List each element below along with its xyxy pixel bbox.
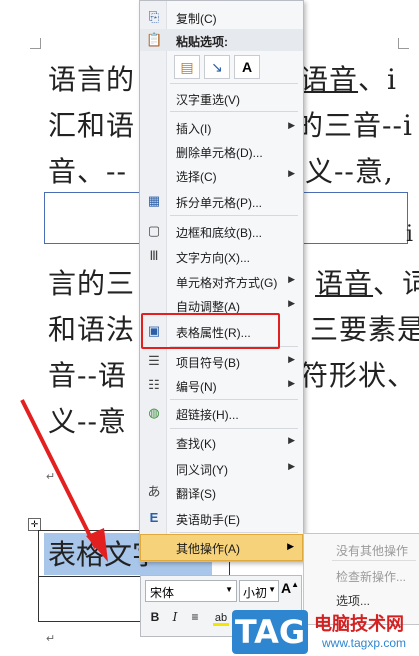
doc-line-4: i — [406, 222, 415, 247]
menu-item-numbering[interactable]: ☷ 编号(N) ▶ — [140, 373, 303, 397]
text-direction-icon: Ⅲ — [149, 248, 159, 263]
submenu-arrow-icon: ▶ — [288, 168, 295, 178]
menu-item-text-direction[interactable]: Ⅲ 文字方向(X)... — [140, 244, 303, 268]
menu-item-select[interactable]: 选择(C) ▶ — [140, 163, 303, 187]
submenu-arrow-icon: ▶ — [288, 461, 295, 471]
submenu-item-check-new[interactable]: 检查新操作... — [336, 568, 406, 585]
menu-separator — [170, 83, 298, 84]
submenu-arrow-icon: ▶ — [288, 298, 295, 308]
submenu-arrow-icon: ▶ — [288, 274, 295, 284]
paragraph-mark: ↵ — [46, 633, 56, 645]
menu-item-split-cells[interactable]: ▦ 拆分单元格(P)... — [140, 189, 303, 213]
site-watermark: TAG 电脑技术网 www.tagxp.com — [226, 606, 419, 656]
menu-item-translate[interactable]: あ 翻译(S) — [140, 480, 303, 504]
english-assistant-icon: E — [149, 510, 159, 525]
grow-arrow-icon: ▲ — [291, 580, 300, 589]
bold-button[interactable]: B — [147, 608, 163, 626]
annotation-highlight-box — [141, 313, 280, 349]
italic-button[interactable]: I — [167, 608, 183, 626]
paste-merge-icon: ↘ — [211, 59, 223, 75]
menu-item-insert[interactable]: 插入(I) ▶ — [140, 115, 303, 139]
page-corner-mark — [30, 38, 41, 49]
watermark-title: 电脑技术网 — [314, 614, 404, 634]
context-menu: ⎘ 复制(C) 📋 粘贴选项: ▤ ↘ A 汉字重选(V) 插入(I) ▶ 删除… — [139, 0, 304, 562]
table-grid-icon: ▦ — [147, 193, 161, 208]
submenu-arrow-icon: ▶ — [288, 120, 295, 130]
menu-item-bullets[interactable]: ☰ 项目符号(B) ▶ — [140, 349, 303, 373]
tag-logo: TAG — [232, 610, 308, 654]
globe-link-icon: ◍ — [148, 405, 160, 420]
align-center-button[interactable]: ≡ — [187, 608, 203, 626]
font-name-select[interactable]: 宋体 ▼ — [145, 580, 237, 602]
menu-item-borders-shading[interactable]: ▢ 边框和底纹(B)... — [140, 219, 303, 243]
menu-item-hyperlink[interactable]: ◍ 超链接(H)... — [140, 401, 303, 425]
chevron-down-icon: ▼ — [268, 585, 276, 594]
chevron-down-icon: ▼ — [225, 585, 233, 594]
menu-item-cell-alignment[interactable]: 单元格对齐方式(G) ▶ — [140, 269, 303, 293]
page-corner-mark-right — [398, 38, 409, 49]
menu-separator — [170, 111, 298, 112]
menu-item-english-assistant[interactable]: E 英语助手(E) — [140, 506, 303, 530]
paste-icon: 📋 — [146, 32, 163, 47]
paste-keep-format-button[interactable]: ▤ — [174, 55, 200, 79]
bullet-list-icon: ☰ — [148, 353, 160, 368]
paragraph-mark: ↵ — [46, 471, 56, 483]
numbered-list-icon: ☷ — [148, 377, 160, 392]
paste-options-header: 📋 粘贴选项: — [140, 29, 303, 51]
copy-icon: ⎘ — [148, 9, 160, 24]
menu-separator — [170, 399, 298, 400]
menu-separator — [170, 215, 298, 216]
menu-separator — [170, 532, 298, 533]
page-border-icon: ▢ — [147, 223, 161, 238]
submenu-arrow-icon: ▶ — [288, 354, 295, 364]
submenu-arrow-icon: ▶ — [288, 435, 295, 445]
paste-merge-format-button[interactable]: ↘ — [204, 55, 230, 79]
menu-item-synonyms[interactable]: 同义词(Y) ▶ — [140, 456, 303, 480]
paste-text-only-button[interactable]: A — [234, 55, 260, 79]
grow-font-button[interactable]: A▲ — [281, 580, 299, 596]
watermark-url: www.tagxp.com — [322, 636, 407, 650]
menu-item-lookup[interactable]: 查找(K) ▶ — [140, 430, 303, 454]
menu-item-copy[interactable]: ⎘ 复制(C) — [140, 5, 303, 29]
translate-icon: あ — [147, 484, 161, 499]
paste-keep-format-icon: ▤ — [180, 59, 194, 75]
menu-separator — [332, 560, 416, 561]
submenu-arrow-icon: ▶ — [287, 541, 294, 551]
doc-line-8: 义--意 — [48, 405, 127, 438]
menu-item-more-actions[interactable]: 其他操作(A) ▶ — [140, 534, 303, 561]
menu-item-reselect[interactable]: 汉字重选(V) — [140, 86, 303, 110]
menu-separator — [170, 428, 298, 429]
submenu-arrow-icon: ▶ — [288, 378, 295, 388]
font-size-select[interactable]: 小初 ▼ — [239, 580, 279, 602]
submenu-item-no-more: 没有其他操作 — [336, 544, 409, 558]
menu-item-delete-cells[interactable]: 删除单元格(D)... — [140, 139, 303, 163]
